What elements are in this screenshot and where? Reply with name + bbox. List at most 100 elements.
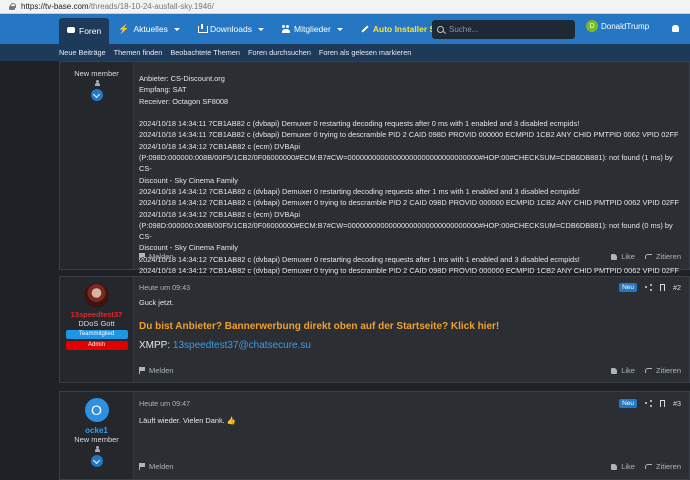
report-link[interactable]: Melden (139, 252, 174, 261)
sub-nav: Neue Beiträge Themen finden Beobachtete … (0, 44, 690, 61)
bolt-icon: ⚡ (118, 24, 130, 34)
bookmark-icon[interactable] (660, 284, 665, 291)
user-role: New member (74, 435, 119, 444)
lock-icon (9, 3, 16, 10)
username[interactable]: 13speedtest37 (60, 310, 133, 319)
post-number[interactable]: #3 (673, 399, 681, 408)
post-header: Heute um 09:43 Neu #2 (139, 283, 681, 292)
search-icon (437, 26, 444, 33)
message-line: (P:098D:000000:008B/00F5/1CB2/0F06000000… (139, 220, 675, 242)
post-3-body: Heute um 09:47 Neu #3 Läuft wieder. Viel… (139, 399, 681, 426)
admin-banner: Admin (65, 341, 128, 350)
tab-foren[interactable]: Foren (59, 18, 110, 44)
expand-user-button[interactable] (90, 89, 103, 101)
post-3-message: Läuft wieder. Vielen Dank. 👍 (139, 416, 236, 425)
chevron-down-icon (173, 27, 180, 31)
tab-mitglieder[interactable]: Mitglieder (273, 14, 352, 44)
like-label: Like (621, 366, 635, 375)
new-badge: Neu (619, 283, 637, 292)
report-link[interactable]: Melden (139, 462, 174, 471)
new-badge: Neu (619, 399, 637, 408)
xmpp-link[interactable]: 13speedtest37@chatsecure.su (173, 340, 311, 351)
user-menu[interactable]: D DonaldTrump (586, 20, 649, 32)
post-3-footer: Melden Like Zitieren (139, 462, 681, 471)
message-line: 2024/10/18 14:34:12 7CB1AB82 c (dvbapi) … (139, 186, 580, 196)
tab-mitglieder-label: Mitglieder (294, 24, 331, 34)
reply-icon (644, 368, 652, 373)
report-label: Melden (149, 252, 174, 261)
post-1-body: Anbieter: CS-Discount.org Empfang: SAT Rec… (139, 73, 681, 276)
report-label: Melden (149, 462, 174, 471)
thumbs-up-icon (611, 463, 618, 470)
post-2-user: 13speedtest37 DDoS Gott Teammitglied Adm… (60, 277, 134, 382)
url-path: /threads/18-10-24-ausfall-sky.1946/ (88, 2, 214, 11)
bell-icon[interactable] (672, 25, 679, 32)
subnav-foren-durchsuchen[interactable]: Foren durchsuchen (248, 48, 311, 57)
post-2-message: Guck jetzt. (139, 298, 174, 307)
message-line: 2024/10/18 14:34:11 7CB1AB82 c (dvbapi) … (139, 119, 580, 129)
wrench-icon (361, 25, 369, 33)
post-time[interactable]: Heute um 09:43 (139, 283, 190, 292)
like-button[interactable]: Like (611, 462, 635, 471)
report-label: Melden (149, 366, 174, 375)
tab-foren-label: Foren (79, 26, 102, 36)
message-line: 2024/10/18 14:34:12 7CB1AB82 c (dvbapi) … (139, 266, 680, 276)
users-icon (282, 25, 290, 33)
like-label: Like (621, 462, 635, 471)
user-title: DDoS Gott (78, 319, 115, 328)
avatar[interactable]: O (84, 398, 109, 422)
message-line: Receiver: Octagon SF8008 (139, 96, 229, 106)
expand-user-button[interactable] (90, 455, 103, 467)
search-input[interactable]: Suche... (432, 20, 575, 39)
message-line: 2024/10/18 14:34:12 7CB1AB82 c (dvbapi) … (139, 198, 680, 208)
xmpp-signature: XMPP: 13speedtest37@chatsecure.su (139, 340, 681, 351)
message-line: Discount - Sky Cinema Family (139, 175, 238, 185)
avatar[interactable] (84, 283, 109, 308)
reply-icon (644, 464, 652, 469)
reply-icon (644, 254, 652, 259)
subnav-als-gelesen[interactable]: Foren als gelesen markieren (319, 48, 411, 57)
share-icon[interactable] (645, 400, 652, 407)
thumbs-up-icon (611, 253, 618, 260)
team-banner: Teammitglied (65, 330, 128, 339)
post-1-message: Anbieter: CS-Discount.org Empfang: SAT Rec… (139, 73, 681, 276)
like-button[interactable]: Like (611, 252, 635, 261)
quote-label: Zitieren (655, 366, 681, 375)
report-link[interactable]: Melden (139, 366, 174, 375)
user-role: New member (74, 69, 119, 78)
tab-downloads[interactable]: Downloads (189, 14, 273, 44)
quote-button[interactable]: Zitieren (644, 366, 681, 375)
quote-button[interactable]: Zitieren (644, 462, 681, 471)
share-icon[interactable] (645, 284, 652, 291)
quote-label: Zitieren (655, 252, 681, 261)
search-placeholder: Suche... (449, 25, 479, 34)
flag-icon (139, 253, 145, 260)
promo-link[interactable]: Du bist Anbieter? Bannerwerbung direkt o… (139, 321, 681, 332)
person-icon (94, 446, 100, 452)
message-line: (P:098D:000000:008B/00F5/1CB2/0F06000000… (139, 153, 675, 174)
message-line: 2024/10/18 14:34:12 7CB1AB82 c (ecm) DVB… (139, 141, 301, 151)
subnav-neue-beitraege[interactable]: Neue Beiträge (59, 48, 106, 57)
subnav-beobachtete-themen[interactable]: Beobachtete Themen (170, 48, 240, 57)
post-3-user: O ocke1 New member (60, 392, 134, 479)
post-time[interactable]: Heute um 09:47 (139, 399, 190, 408)
post-number[interactable]: #2 (673, 283, 681, 292)
quote-button[interactable]: Zitieren (644, 252, 681, 261)
message-line: 2024/10/18 14:34:11 7CB1AB82 c (dvbapi) … (139, 130, 679, 140)
like-button[interactable]: Like (611, 366, 635, 375)
post-2-body: Heute um 09:43 Neu #2 Guck jetzt. Du bis… (139, 283, 681, 351)
post-1-user: New member (60, 62, 134, 269)
message-line: Anbieter: CS-Discount.org (139, 74, 225, 83)
flag-icon (139, 463, 145, 470)
quote-label: Zitieren (655, 462, 681, 471)
tab-aktuelles[interactable]: ⚡ Aktuelles (109, 14, 189, 44)
username[interactable]: ocke1 (60, 426, 133, 435)
thumbs-up-icon (611, 367, 618, 374)
message-line: Empfang: SAT (139, 85, 187, 95)
download-icon (197, 24, 208, 33)
address-bar[interactable]: https://tv-base.com/threads/18-10-24-aus… (0, 0, 690, 14)
post-1-footer: Melden Like Zitieren (139, 252, 681, 261)
bookmark-icon[interactable] (660, 400, 665, 407)
post-2-footer: Melden Like Zitieren (139, 366, 681, 375)
subnav-themen-finden[interactable]: Themen finden (114, 48, 163, 57)
